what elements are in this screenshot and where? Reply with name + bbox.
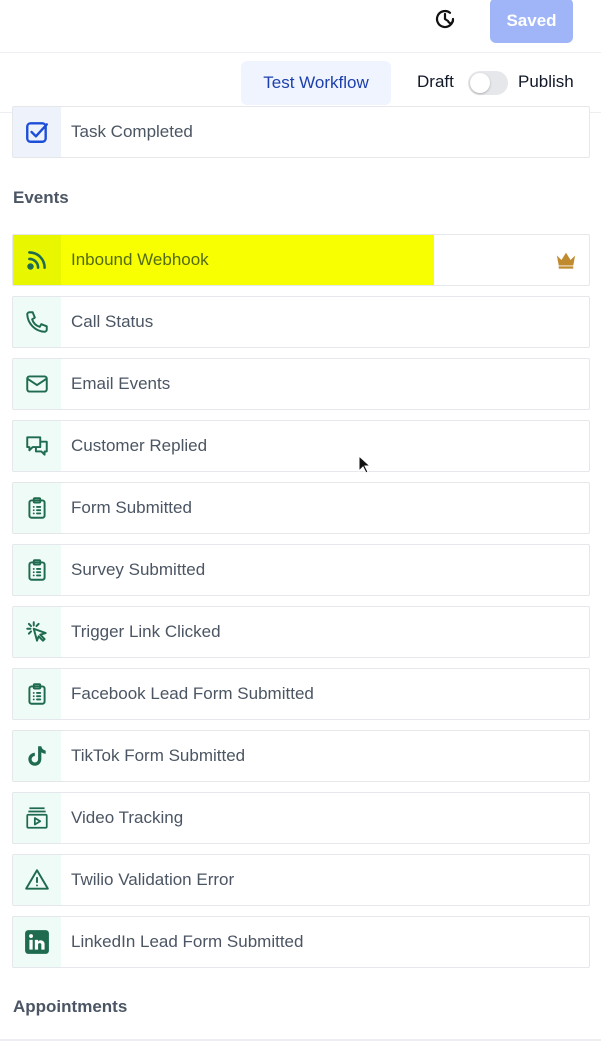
publish-toggle[interactable] [468, 71, 508, 95]
warning-triangle-icon [25, 869, 49, 890]
saved-button[interactable]: Saved [490, 0, 573, 43]
workflow-actions-bar: Test Workflow Draft Publish [0, 53, 601, 113]
trigger-item-video-tracking[interactable]: Video Tracking [12, 792, 590, 844]
section-title-events: Events [13, 188, 69, 207]
trigger-item-call-status[interactable]: Call Status [12, 296, 590, 348]
checkbox-icon [26, 122, 48, 143]
icon-box [13, 607, 61, 657]
trigger-label: Inbound Webhook [71, 250, 209, 269]
trigger-item-tiktok-form-submitted[interactable]: TikTok Form Submitted [12, 730, 590, 782]
trigger-label: TikTok Form Submitted [71, 746, 246, 765]
test-workflow-button[interactable]: Test Workflow [241, 61, 391, 105]
trigger-item-inbound-webhook[interactable]: Inbound Webhook [12, 234, 590, 286]
trigger-label: Survey Submitted [71, 560, 206, 579]
icon-box [13, 917, 61, 967]
linkedin-icon [25, 930, 49, 954]
trigger-item-twilio-validation-error[interactable]: Twilio Validation Error [12, 854, 590, 906]
trigger-label: Call Status [71, 312, 154, 331]
trigger-label: Video Tracking [71, 808, 184, 827]
trigger-label: Trigger Link Clicked [71, 622, 221, 641]
trigger-item-survey-submitted[interactable]: Survey Submitted [12, 544, 590, 596]
icon-box [13, 421, 61, 471]
webhook-rss-icon [27, 251, 46, 270]
clipboard-icon [28, 559, 46, 581]
toggle-knob [470, 73, 490, 93]
trigger-item-linkedin-lead-form-submitted[interactable]: LinkedIn Lead Form Submitted [12, 916, 590, 968]
top-bar: Saved [0, 0, 601, 53]
icon-box [13, 855, 61, 905]
clipboard-icon [28, 683, 46, 705]
history-icon[interactable] [433, 7, 457, 31]
trigger-label: Customer Replied [71, 436, 208, 455]
icon-box [13, 107, 61, 157]
divider [0, 1039, 601, 1041]
section-title-appointments: Appointments [13, 997, 128, 1016]
crown-icon [556, 252, 576, 269]
icon-box [13, 669, 61, 719]
trigger-item-trigger-link-clicked[interactable]: Trigger Link Clicked [12, 606, 590, 658]
trigger-label: Twilio Validation Error [71, 870, 235, 889]
trigger-label: Task Completed [71, 122, 193, 141]
icon-box [13, 359, 61, 409]
cursor-click-icon [26, 621, 47, 642]
mouse-cursor-icon [358, 455, 372, 474]
icon-box [13, 793, 61, 843]
trigger-item-task-completed[interactable]: Task Completed [12, 106, 590, 158]
icon-box [13, 297, 61, 347]
trigger-label: Form Submitted [71, 498, 192, 517]
trigger-item-customer-replied[interactable]: Customer Replied [12, 420, 590, 472]
trigger-label: Email Events [71, 374, 171, 393]
trigger-item-email-events[interactable]: Email Events [12, 358, 590, 410]
trigger-label: LinkedIn Lead Form Submitted [71, 932, 304, 951]
video-icon [26, 807, 48, 829]
trigger-item-facebook-lead-form-submitted[interactable]: Facebook Lead Form Submitted [12, 668, 590, 720]
icon-box [13, 545, 61, 595]
publish-label: Publish [518, 72, 574, 91]
chat-bubbles-icon [26, 436, 48, 456]
clipboard-icon [28, 497, 46, 519]
mail-icon [26, 375, 48, 393]
icon-box [13, 483, 61, 533]
phone-icon [26, 311, 48, 333]
tiktok-icon [28, 746, 46, 766]
trigger-item-form-submitted[interactable]: Form Submitted [12, 482, 590, 534]
draft-label: Draft [417, 72, 454, 91]
icon-box [13, 235, 61, 285]
trigger-label: Facebook Lead Form Submitted [71, 684, 314, 703]
icon-box [13, 731, 61, 781]
